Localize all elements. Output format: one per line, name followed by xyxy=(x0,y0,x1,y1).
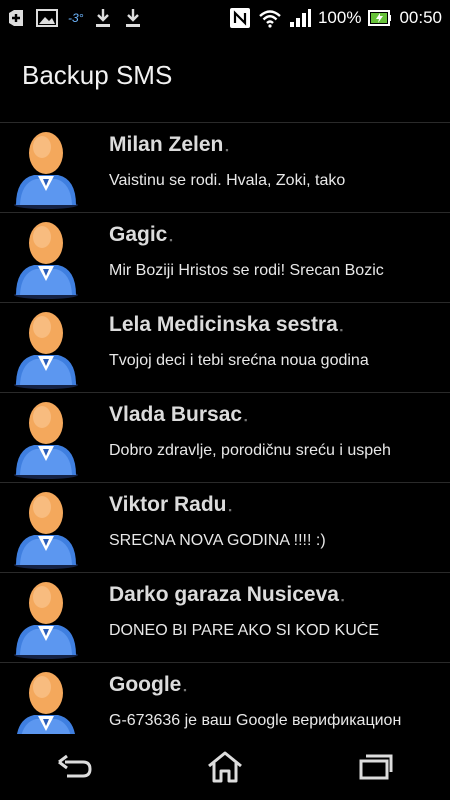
message-preview: Dobro zdravlje, porodičnu sreću i uspeh xyxy=(109,442,391,459)
battery-icon xyxy=(368,9,392,27)
app-title: Backup SMS xyxy=(22,60,173,90)
contact-name: Viktor Radu xyxy=(109,493,232,517)
signal-icon xyxy=(289,8,311,28)
contact-name: Vlada Bursac xyxy=(109,403,247,427)
battery-percent: 100% xyxy=(317,8,362,27)
contact-avatar-icon xyxy=(14,132,78,209)
action-bar: Backup SMS xyxy=(0,36,450,123)
contact-name: Gagic xyxy=(109,223,173,247)
list-item[interactable]: Darko garaza Nusiceva DONEO BI PARE AKO S… xyxy=(0,573,450,663)
home-icon xyxy=(208,751,242,783)
message-preview: DONEO BI PARE AKO SI KOD KUĆE xyxy=(109,622,379,639)
back-icon xyxy=(58,754,92,778)
list-item[interactable]: Viktor Radu SRECNA NOVA GODINA !!!! :) xyxy=(0,483,450,573)
contact-avatar-icon xyxy=(14,492,78,569)
list-item[interactable]: Google G-673636 је ваш Google верификацио… xyxy=(0,663,450,734)
recent-apps-icon xyxy=(359,754,393,780)
recent-apps-button[interactable] xyxy=(335,742,415,792)
download-icon xyxy=(93,7,113,29)
contact-list[interactable]: Milan Zelen Vaistinu se rodi. Hvala, Zoki… xyxy=(0,123,450,734)
download-icon xyxy=(123,7,143,29)
wifi-icon xyxy=(258,8,282,28)
message-preview: SRECNA NOVA GODINA !!!! :) xyxy=(109,532,326,549)
contact-avatar-icon xyxy=(14,312,78,389)
list-item[interactable]: Vlada Bursac Dobro zdravlje, porodičnu sr… xyxy=(0,393,450,483)
list-item[interactable]: Gagic Mir Boziji Hristos se rodi! Srecan … xyxy=(0,213,450,303)
image-icon xyxy=(36,8,58,28)
navigation-bar xyxy=(0,734,450,800)
contact-name: Lela Medicinska sestra xyxy=(109,313,343,337)
message-preview: Vaistinu se rodi. Hvala, Zoki, tako xyxy=(109,172,346,189)
contact-avatar-icon xyxy=(14,222,78,299)
contact-name: Darko garaza Nusiceva xyxy=(109,583,344,607)
list-item[interactable]: Milan Zelen Vaistinu se rodi. Hvala, Zoki… xyxy=(0,123,450,213)
contact-name: Google xyxy=(109,673,187,697)
add-icon xyxy=(6,8,26,28)
clock: 00:50 xyxy=(399,8,442,27)
message-preview: Tvojoj deci i tebi srećna noua godina xyxy=(109,352,369,369)
contact-avatar-icon xyxy=(14,582,78,659)
nfc-icon xyxy=(229,7,251,29)
message-preview: Mir Boziji Hristos se rodi! Srecan Bozic xyxy=(109,262,384,279)
contact-avatar-icon xyxy=(17,672,75,734)
contact-name: Milan Zelen xyxy=(109,133,229,157)
temperature-text: -3° xyxy=(68,11,84,25)
message-preview: G-673636 је ваш Google верификациони xyxy=(109,712,401,729)
contact-avatar-icon xyxy=(14,402,78,479)
back-button[interactable] xyxy=(35,742,115,792)
status-bar: -3° 100% 00:50 xyxy=(0,0,450,36)
home-button[interactable] xyxy=(185,742,265,792)
list-item[interactable]: Lela Medicinska sestra Tvojoj deci i tebi… xyxy=(0,303,450,393)
